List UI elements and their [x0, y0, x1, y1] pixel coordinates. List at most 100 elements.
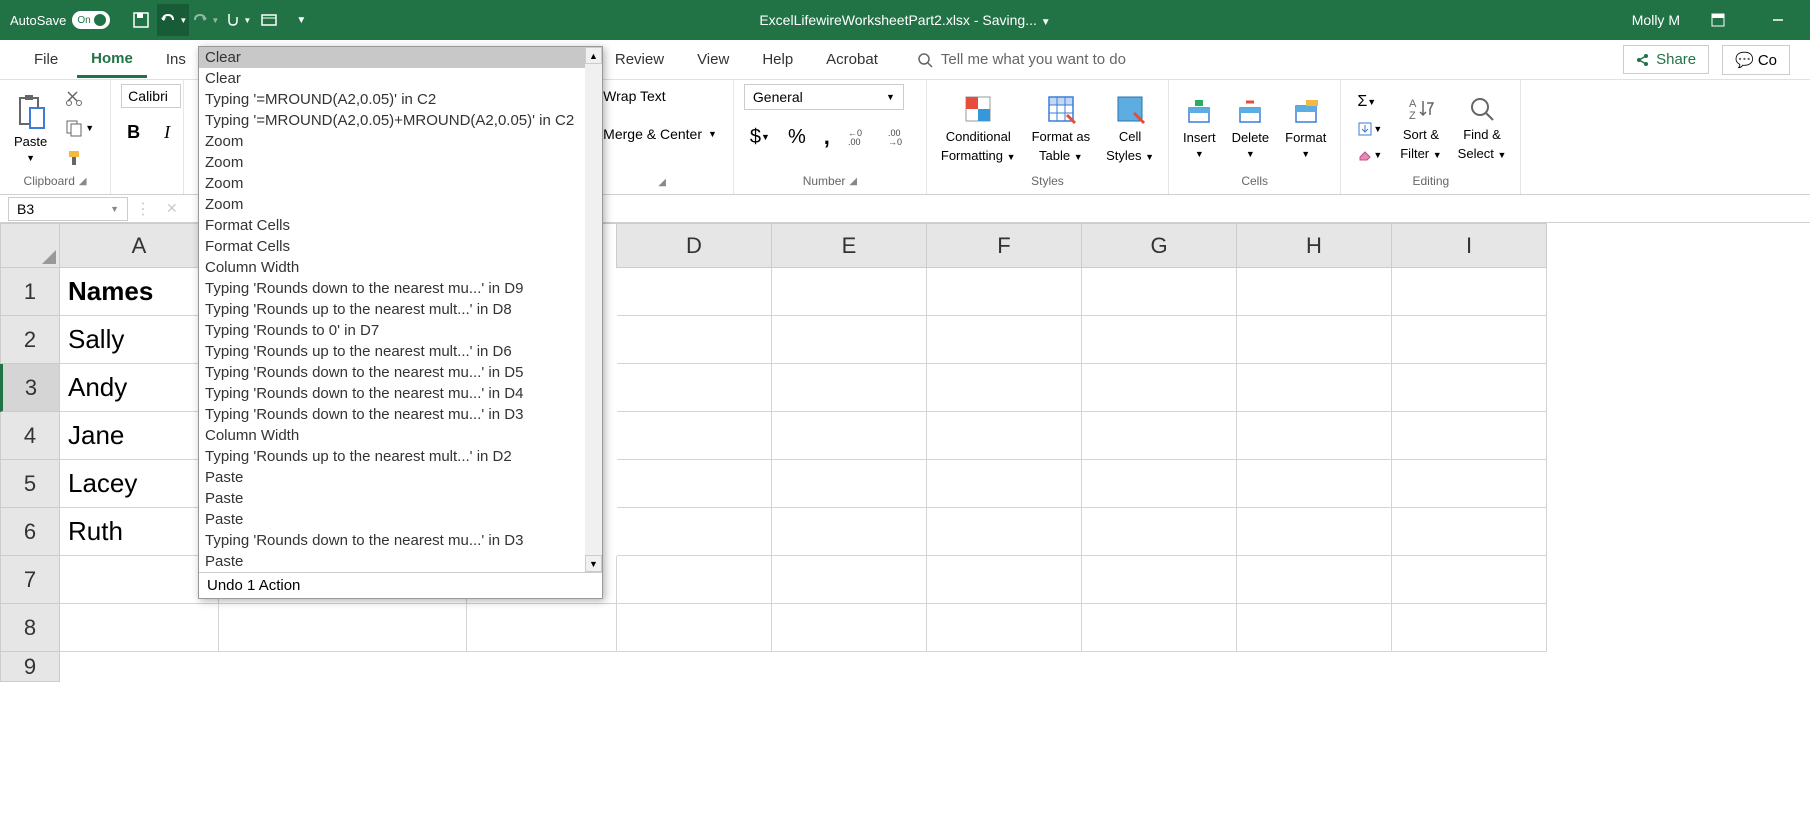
cell[interactable]: [1082, 604, 1237, 652]
fill-button[interactable]: ▼: [1351, 117, 1388, 141]
percent-format-button[interactable]: %: [782, 122, 812, 153]
tell-me-search[interactable]: Tell me what you want to do: [917, 51, 1126, 68]
cell[interactable]: [1237, 508, 1392, 556]
cell[interactable]: [772, 268, 927, 316]
cell[interactable]: [1392, 364, 1547, 412]
cell[interactable]: [1392, 508, 1547, 556]
clear-button[interactable]: ▼: [1351, 143, 1388, 167]
cell[interactable]: [772, 316, 927, 364]
delete-cells-button[interactable]: Delete ▼: [1228, 94, 1274, 163]
undo-history-item[interactable]: Typing 'Rounds down to the nearest mu...…: [199, 404, 602, 425]
undo-history-item[interactable]: Typing 'Rounds down to the nearest mu...…: [199, 383, 602, 404]
cell[interactable]: [1392, 412, 1547, 460]
increase-decimal-button[interactable]: ←0.00: [842, 123, 876, 151]
cell[interactable]: [60, 556, 219, 604]
cell[interactable]: [1237, 556, 1392, 604]
undo-history-item[interactable]: Zoom: [199, 152, 602, 173]
scroll-down-button[interactable]: ▼: [585, 555, 602, 572]
cell[interactable]: [467, 604, 617, 652]
cell[interactable]: [617, 364, 772, 412]
cell[interactable]: [617, 316, 772, 364]
cell[interactable]: [1237, 412, 1392, 460]
tab-insert[interactable]: Ins: [152, 43, 186, 76]
tab-home[interactable]: Home: [77, 42, 147, 78]
comma-format-button[interactable]: ,: [818, 120, 836, 154]
row-header-2[interactable]: 2: [0, 316, 60, 364]
row-header-4[interactable]: 4: [0, 412, 60, 460]
undo-history-item[interactable]: Typing 'Rounds up to the nearest mult...…: [199, 341, 602, 362]
col-header-I[interactable]: I: [1392, 223, 1547, 268]
cell[interactable]: [927, 364, 1082, 412]
col-header-E[interactable]: E: [772, 223, 927, 268]
font-name-selector[interactable]: Calibri: [121, 84, 181, 108]
cell-A2[interactable]: Sally: [60, 316, 219, 364]
undo-history-item[interactable]: Column Width: [199, 257, 602, 278]
wrap-text-button[interactable]: Wrap Text: [597, 84, 672, 108]
merge-center-button[interactable]: Merge & Center ▼: [597, 122, 723, 146]
cell[interactable]: [772, 460, 927, 508]
undo-history-item[interactable]: Typing 'Rounds down to the nearest mu...…: [199, 530, 602, 551]
cell[interactable]: [927, 460, 1082, 508]
touch-mode-button[interactable]: ▼: [221, 4, 253, 36]
cell[interactable]: [1082, 556, 1237, 604]
cell[interactable]: [1237, 364, 1392, 412]
name-box[interactable]: B3 ▼: [8, 197, 128, 221]
scroll-up-button[interactable]: ▲: [585, 47, 602, 64]
tab-review[interactable]: Review: [601, 43, 678, 76]
paste-button[interactable]: Paste ▼: [10, 90, 51, 167]
copy-button[interactable]: ▼: [59, 115, 100, 141]
undo-history-item[interactable]: Column Width: [199, 425, 602, 446]
cell[interactable]: [1237, 316, 1392, 364]
bold-button[interactable]: B: [121, 118, 146, 147]
select-all-corner[interactable]: [0, 223, 60, 268]
undo-history-item[interactable]: Typing 'Rounds up to the nearest mult...…: [199, 299, 602, 320]
undo-history-item[interactable]: Format Cells: [199, 236, 602, 257]
cell[interactable]: [927, 412, 1082, 460]
undo-history-item[interactable]: Format Cells: [199, 215, 602, 236]
undo-history-item[interactable]: Zoom: [199, 173, 602, 194]
insert-cells-button[interactable]: Insert ▼: [1179, 94, 1220, 163]
cell[interactable]: [617, 412, 772, 460]
undo-history-item[interactable]: Paste: [199, 488, 602, 509]
tab-acrobat[interactable]: Acrobat: [812, 43, 892, 76]
undo-history-item[interactable]: Paste: [199, 509, 602, 530]
cell[interactable]: [1392, 556, 1547, 604]
cell[interactable]: [1082, 268, 1237, 316]
share-button[interactable]: Share: [1623, 45, 1709, 74]
find-select-button[interactable]: Find & Select ▼: [1454, 91, 1511, 165]
cell[interactable]: [617, 604, 772, 652]
cell[interactable]: [60, 604, 219, 652]
cell[interactable]: [772, 604, 927, 652]
cell[interactable]: [772, 412, 927, 460]
undo-dropdown-arrow[interactable]: ▼: [179, 16, 187, 25]
cell[interactable]: [1082, 412, 1237, 460]
cell[interactable]: [1082, 508, 1237, 556]
number-dialog-launcher[interactable]: ◢: [849, 176, 857, 187]
decrease-decimal-button[interactable]: .00→0: [882, 123, 916, 151]
cell[interactable]: [772, 556, 927, 604]
undo-history-item[interactable]: Zoom: [199, 131, 602, 152]
ribbon-display-button[interactable]: [1695, 0, 1740, 40]
col-header-H[interactable]: H: [1237, 223, 1392, 268]
cell[interactable]: [1237, 268, 1392, 316]
row-header-5[interactable]: 5: [0, 460, 60, 508]
autosave-toggle[interactable]: AutoSave On: [10, 11, 110, 29]
cell[interactable]: [1392, 316, 1547, 364]
number-format-selector[interactable]: General ▼: [744, 84, 904, 110]
cell[interactable]: [927, 508, 1082, 556]
undo-history-item[interactable]: Clear: [199, 47, 602, 68]
cell[interactable]: [617, 556, 772, 604]
col-header-F[interactable]: F: [927, 223, 1082, 268]
tab-file[interactable]: File: [20, 43, 72, 76]
undo-history-item[interactable]: Paste: [199, 551, 602, 572]
undo-scrollbar[interactable]: ▲ ▼: [585, 47, 602, 572]
undo-history-item[interactable]: Typing 'Rounds down to the nearest mu...…: [199, 362, 602, 383]
cell[interactable]: [1392, 604, 1547, 652]
tab-help[interactable]: Help: [748, 43, 807, 76]
cancel-formula-button[interactable]: ✕: [158, 200, 186, 217]
undo-history-item[interactable]: Clear: [199, 68, 602, 89]
conditional-formatting-button[interactable]: Conditional Formatting ▼: [937, 89, 1020, 167]
undo-button[interactable]: ▼: [157, 4, 189, 36]
italic-button[interactable]: I: [158, 118, 176, 147]
cell[interactable]: [772, 508, 927, 556]
